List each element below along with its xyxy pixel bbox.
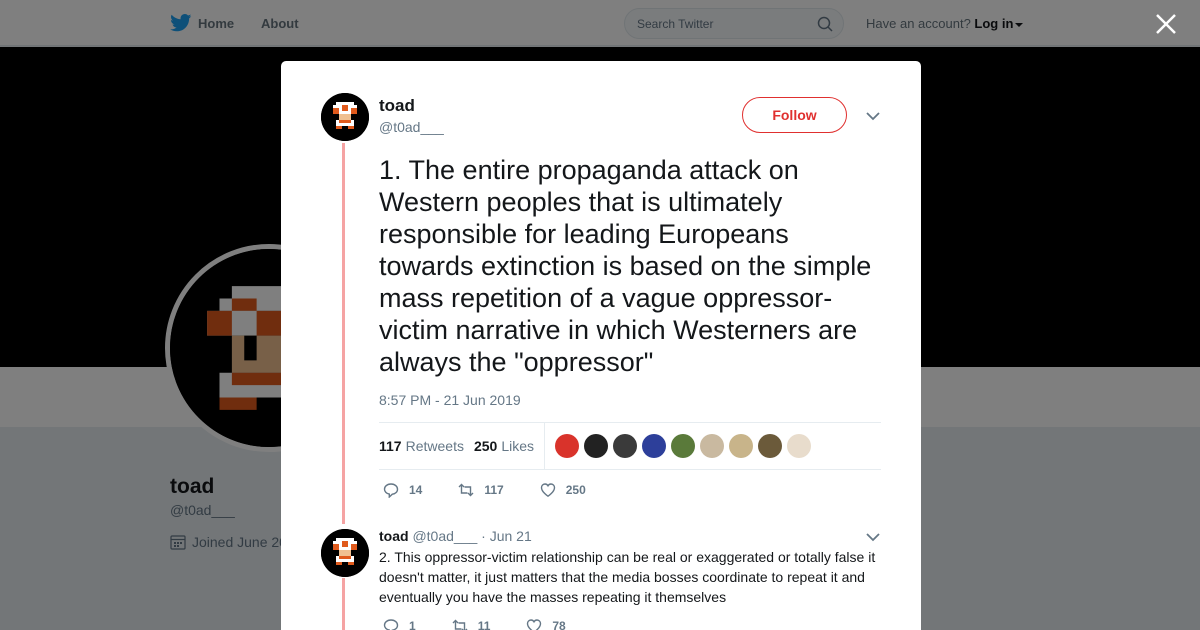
reply-actions: 1 11 78 <box>383 618 602 630</box>
chevron-down-icon[interactable] <box>866 532 880 542</box>
reply-icon <box>383 483 399 498</box>
toad-sprite-icon <box>321 529 369 577</box>
liker-avatar[interactable] <box>642 434 666 458</box>
liker-avatar[interactable] <box>758 434 782 458</box>
retweet-icon <box>458 483 474 497</box>
toad-sprite-icon <box>321 93 369 141</box>
tweet-author-name[interactable]: toad <box>379 96 415 116</box>
reply-author-name[interactable]: toad <box>379 528 409 544</box>
close-icon[interactable] <box>1154 12 1178 36</box>
reply-icon <box>383 619 399 630</box>
heart-icon <box>540 483 555 498</box>
liker-avatars <box>555 434 816 458</box>
tweet-actions: 14 117 250 <box>383 482 622 498</box>
thread-line <box>342 578 345 630</box>
tweet-timestamp[interactable]: 8:57 PM - 21 Jun 2019 <box>379 392 521 408</box>
like-action-count: 78 <box>552 619 566 630</box>
retweet-action-count: 11 <box>477 619 491 630</box>
tweet-text: 1. The entire propaganda attack on Weste… <box>379 155 872 377</box>
heart-icon <box>527 619 542 630</box>
reply-button[interactable]: 1 <box>383 618 416 630</box>
like-label[interactable]: Likes <box>501 438 534 454</box>
like-button[interactable]: 78 <box>526 618 566 630</box>
like-button[interactable]: 250 <box>540 482 586 498</box>
reply-button[interactable]: 14 <box>383 482 422 498</box>
retweet-count[interactable]: 117 <box>379 438 402 454</box>
reply-author-avatar[interactable] <box>321 529 369 577</box>
reply-date[interactable]: · Jun 21 <box>481 528 532 544</box>
reply-count: 14 <box>409 483 423 497</box>
reply-count: 1 <box>409 619 416 630</box>
reply-header: toad @t0ad___ · Jun 21 <box>379 528 532 544</box>
chevron-down-icon[interactable] <box>866 111 880 121</box>
retweet-button[interactable]: 11 <box>452 618 491 630</box>
like-action-count: 250 <box>565 483 586 497</box>
liker-avatar[interactable] <box>613 434 637 458</box>
retweet-icon <box>452 619 468 630</box>
retweet-action-count: 117 <box>484 483 504 497</box>
reply-text: 2. This oppressor-victim relationship ca… <box>379 549 876 605</box>
tweet-author-avatar[interactable] <box>321 93 369 141</box>
liker-avatar[interactable] <box>555 434 579 458</box>
retweet-button[interactable]: 117 <box>458 482 504 498</box>
reply-author-handle[interactable]: @t0ad___ <box>412 528 477 544</box>
liker-avatar[interactable] <box>729 434 753 458</box>
tweet-stats: 117 Retweets 250 Likes <box>379 422 881 470</box>
follow-button[interactable]: Follow <box>742 97 847 133</box>
like-count[interactable]: 250 <box>474 438 497 454</box>
stats-divider <box>544 423 545 469</box>
liker-avatar[interactable] <box>700 434 724 458</box>
retweet-label[interactable]: Retweets <box>406 438 464 454</box>
liker-avatar[interactable] <box>584 434 608 458</box>
liker-avatar[interactable] <box>671 434 695 458</box>
tweet-author-handle[interactable]: @t0ad___ <box>379 119 444 135</box>
thread-line <box>342 143 345 524</box>
liker-avatar[interactable] <box>787 434 811 458</box>
